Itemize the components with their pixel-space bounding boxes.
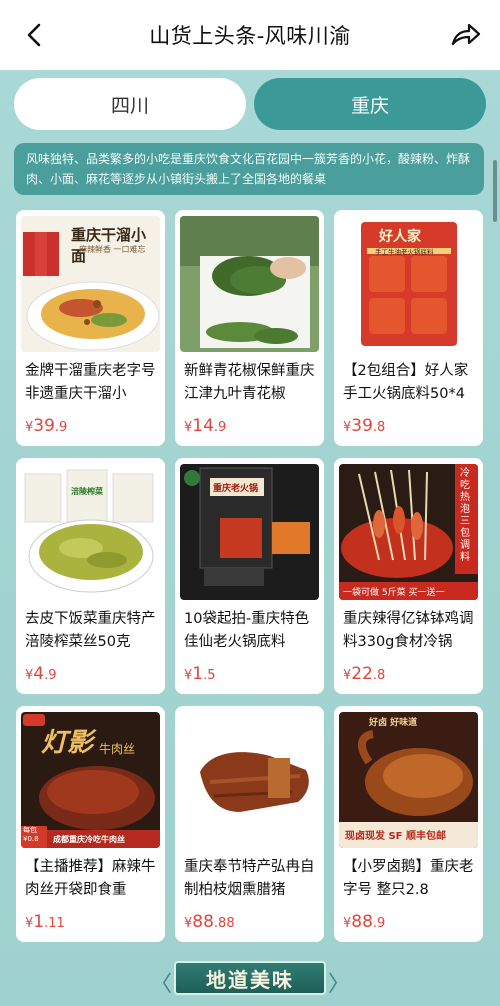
price-decimal: .9 [54, 420, 68, 435]
chevron-right-icon[interactable]: 〉 [328, 966, 350, 998]
product-price: ¥39.8 [343, 416, 385, 436]
price-decimal: .5 [203, 668, 216, 683]
product-card[interactable]: 新鲜青花椒保鲜重庆江津九叶青花椒 ¥14.9 [175, 210, 324, 446]
product-price: ¥88.9 [343, 912, 385, 932]
product-image-title: 好卤 好味道 [369, 718, 418, 728]
product-image-tag: 每包 ¥0.8 [23, 826, 39, 843]
price-integer: 22 [351, 664, 373, 684]
product-image: 冷吃热泡三包调料 一袋可做 5斤菜 买一送一 [339, 464, 478, 600]
product-image-title: 灯影 [41, 728, 94, 758]
product-card[interactable]: 好卤 好味道 现卤现发 SF 顺丰包邮 【小罗卤鹅】重庆老字号 整只2.8 ¥8… [334, 706, 483, 942]
price-decimal: .8 [372, 420, 386, 435]
product-price: ¥88.88 [184, 912, 235, 932]
product-image-title: 重庆老火锅 [213, 484, 259, 494]
product-image-subtitle: 手工牛油老火锅底料 [375, 248, 434, 256]
product-image: 重庆干溜小面 麻辣鲜香 一口难忘 [21, 216, 160, 352]
product-card[interactable]: 重庆老火锅 10袋起拍-重庆特色佳仙老火锅底料 ¥1.5 [175, 458, 324, 694]
price-decimal: .11 [44, 916, 65, 931]
product-card[interactable]: 好人家 手工牛油老火锅底料 【2包组合】好人家手工火锅底料50*4 ¥39.8 [334, 210, 483, 446]
product-card[interactable]: 重庆奉节特产弘冉自制柏枝烟熏腊猪 ¥88.88 [175, 706, 324, 942]
price-decimal: .9 [44, 668, 57, 683]
price-decimal: .88 [213, 916, 235, 931]
product-price: ¥39.9 [25, 416, 67, 436]
product-card[interactable]: 灯影 牛肉丝 每包 ¥0.8 成都重庆冷吃牛肉丝 【主播推荐】麻辣牛肉丝开袋即食… [16, 706, 165, 942]
product-image: 灯影 牛肉丝 每包 ¥0.8 成都重庆冷吃牛肉丝 [21, 712, 160, 848]
product-card[interactable]: 重庆干溜小面 麻辣鲜香 一口难忘 金牌干溜重庆老字号非遗重庆干溜小 ¥39.9 [16, 210, 165, 446]
product-name: 【小罗卤鹅】重庆老字号 整只2.8 [343, 859, 474, 898]
price-integer: 1 [192, 664, 204, 684]
product-card[interactable]: 冷吃热泡三包调料 一袋可做 5斤菜 买一送一 重庆辣得亿钵钵鸡调料330g食材冷… [334, 458, 483, 694]
product-price: ¥22.8 [343, 664, 385, 684]
price-integer: 1 [33, 912, 45, 932]
region-tabs: 四川 重庆 [14, 78, 486, 132]
product-name: 【主播推荐】麻辣牛肉丝开袋即食重 [25, 859, 156, 898]
product-image: 好人家 手工牛油老火锅底料 [339, 216, 478, 352]
product-name: 金牌干溜重庆老字号非遗重庆干溜小 [25, 363, 156, 402]
product-image [180, 712, 319, 848]
product-image-title: 好人家 [379, 229, 421, 245]
product-image: 好卤 好味道 现卤现发 SF 顺丰包邮 [339, 712, 478, 848]
product-image-subtitle: 麻辣鲜香 一口难忘 [79, 245, 146, 254]
bottom-banner: 〈 地道美味 〉 [150, 958, 350, 998]
price-decimal: .8 [372, 668, 386, 683]
tab-chongqing[interactable]: 重庆 [254, 78, 486, 130]
price-integer: 39 [33, 416, 55, 436]
price-integer: 88 [351, 912, 373, 932]
tab-sichuan[interactable]: 四川 [14, 78, 246, 130]
product-price: ¥4.9 [25, 664, 57, 684]
page-title: 山货上头条-风味川渝 [149, 24, 351, 48]
product-name: 重庆奉节特产弘冉自制柏枝烟熏腊猪 [184, 859, 315, 898]
content-area: 四川 重庆 风味独特、品类繁多的小吃是重庆饮食文化百花园中一簇芳香的小花，酸辣粉… [0, 70, 500, 1006]
price-decimal: .9 [213, 420, 227, 435]
product-name: 10袋起拍-重庆特色佳仙老火锅底料 [184, 611, 310, 650]
product-image-title: 涪陵榨菜 [71, 487, 103, 496]
price-integer: 4 [33, 664, 45, 684]
product-price: ¥1.5 [184, 664, 216, 684]
price-integer: 39 [351, 416, 373, 436]
product-name: 重庆辣得亿钵钵鸡调料330g食材冷锅 [343, 611, 474, 650]
share-icon[interactable] [450, 22, 482, 48]
region-description: 风味独特、品类繁多的小吃是重庆饮食文化百花园中一簇芳香的小花，酸辣粉、炸酥肉、小… [14, 143, 484, 195]
banner-title: 地道美味 [174, 961, 326, 995]
product-name: 新鲜青花椒保鲜重庆江津九叶青花椒 [184, 363, 315, 402]
product-image: 涪陵榨菜 [21, 464, 160, 600]
price-integer: 88 [192, 912, 214, 932]
product-image-subtitle: 牛肉丝 [99, 742, 136, 756]
price-decimal: .9 [372, 916, 386, 931]
product-image-footer: 成都重庆冷吃牛肉丝 [53, 835, 125, 844]
product-image [180, 216, 319, 352]
product-image-side-text: 冷吃热泡三包调料 [460, 468, 470, 563]
chevron-left-icon[interactable]: 〈 [150, 966, 172, 998]
product-image-footer: 一袋可做 5斤菜 买一送一 [343, 588, 445, 598]
product-image: 重庆老火锅 [180, 464, 319, 600]
product-image-footer: 现卤现发 SF 顺丰包邮 [345, 831, 446, 842]
price-integer: 14 [192, 416, 214, 436]
scrollbar-thumb[interactable] [493, 160, 497, 222]
product-name: 去皮下饭菜重庆特产涪陵榨菜丝50克 [25, 611, 156, 650]
product-price: ¥14.9 [184, 416, 226, 436]
top-bar: 山货上头条-风味川渝 [0, 0, 500, 70]
product-card[interactable]: 涪陵榨菜 去皮下饭菜重庆特产涪陵榨菜丝50克 ¥4.9 [16, 458, 165, 694]
product-price: ¥1.11 [25, 912, 65, 932]
back-arrow-icon[interactable] [22, 22, 48, 48]
product-name: 【2包组合】好人家手工火锅底料50*4 [343, 363, 469, 402]
